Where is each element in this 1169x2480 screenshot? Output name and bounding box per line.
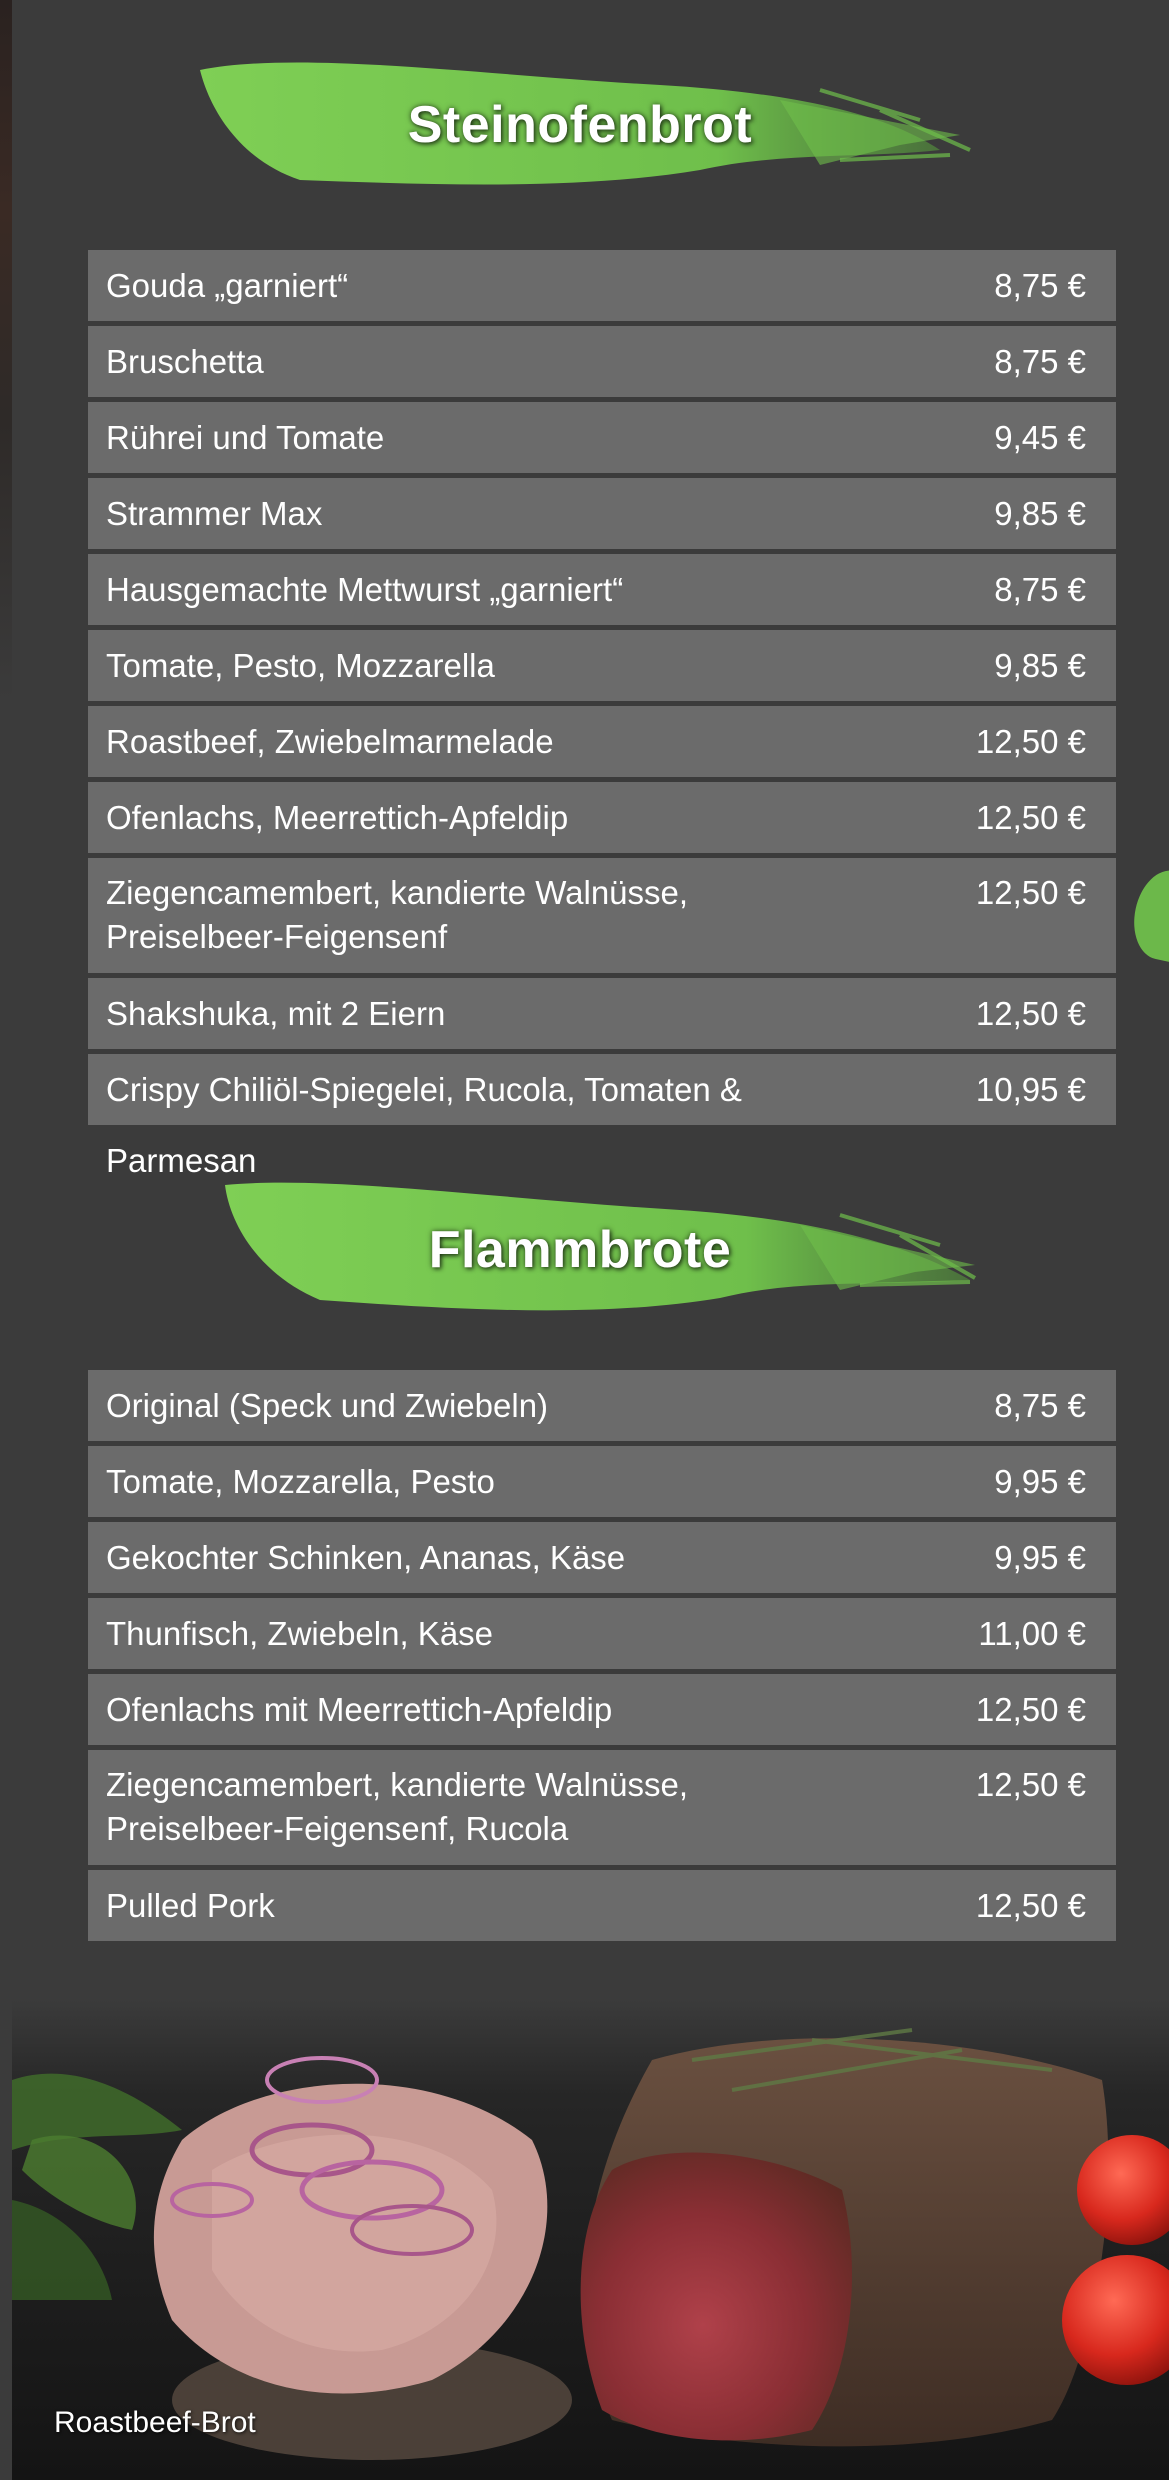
menu-item: Bruschetta 8,75 € <box>88 326 1116 397</box>
item-name-line1: Ziegencamembert, kandierte Walnüsse, <box>106 874 689 911</box>
menu-item: Thunfisch, Zwiebeln, Käse 11,00 € <box>88 1598 1116 1669</box>
menu-list-flammbrote: Original (Speck und Zwiebeln) 8,75 € Tom… <box>88 1370 1116 1946</box>
menu-item: Shakshuka, mit 2 Eiern 12,50 € <box>88 978 1116 1049</box>
menu-item: Rührei und Tomate 9,45 € <box>88 402 1116 473</box>
photo-caption: Roastbeef-Brot <box>54 2406 256 2439</box>
menu-item: Pulled Pork 12,50 € <box>88 1870 1116 1941</box>
item-price: 12,50 € <box>975 799 1086 836</box>
item-price: 9,85 € <box>994 495 1086 532</box>
item-name: Bruschetta <box>106 343 264 380</box>
menu-item: Strammer Max 9,85 € <box>88 478 1116 549</box>
item-name: Shakshuka, mit 2 Eiern <box>106 995 446 1032</box>
section-header-flammbrote: Flammbrote <box>180 1160 980 1330</box>
item-name: Ofenlachs, Meerrettich-Apfeldip <box>106 799 569 836</box>
item-name-line1: Ziegencamembert, kandierte Walnüsse, <box>106 1766 689 1803</box>
section-title: Flammbrote <box>428 1221 732 1279</box>
menu-item: Gekochter Schinken, Ananas, Käse 9,95 € <box>88 1522 1116 1593</box>
menu-item: Ziegencamembert, kandierte Walnüsse, Pre… <box>88 858 1116 973</box>
item-price: 9,95 € <box>994 1539 1086 1576</box>
item-price: 9,85 € <box>994 647 1086 684</box>
item-name: Gekochter Schinken, Ananas, Käse <box>106 1539 626 1576</box>
item-price: 10,95 € <box>975 1071 1086 1108</box>
item-price: 12,50 € <box>975 874 1086 911</box>
item-name: Gouda „garniert“ <box>106 267 349 304</box>
item-name-line2: Preiselbeer-Feigensenf <box>106 918 448 955</box>
item-name: Pulled Pork <box>106 1887 275 1924</box>
menu-item: Hausgemachte Mettwurst „garniert“ 8,75 € <box>88 554 1116 625</box>
item-price: 12,50 € <box>975 995 1086 1032</box>
menu-item: Original (Speck und Zwiebeln) 8,75 € <box>88 1370 1116 1441</box>
menu-item: Tomate, Pesto, Mozzarella 9,85 € <box>88 630 1116 701</box>
item-name: Roastbeef, Zwiebelmarmelade <box>106 723 554 760</box>
menu-item: Roastbeef, Zwiebelmarmelade 12,50 € <box>88 706 1116 777</box>
item-name: Thunfisch, Zwiebeln, Käse <box>106 1615 494 1652</box>
item-price: 12,50 € <box>975 1691 1086 1728</box>
section-title: Steinofenbrot <box>407 96 753 154</box>
item-name: Rührei und Tomate <box>106 419 385 456</box>
item-name: Tomate, Pesto, Mozzarella <box>106 647 495 684</box>
item-price: 11,00 € <box>978 1615 1086 1652</box>
item-price: 8,75 € <box>994 571 1086 608</box>
menu-page: Steinofenbrot Gouda „garniert“ 8,75 € Br… <box>0 0 1169 2480</box>
item-name: Hausgemachte Mettwurst „garniert“ <box>106 571 624 608</box>
item-price: 12,50 € <box>975 1766 1086 1803</box>
item-price: 9,95 € <box>994 1463 1086 1500</box>
menu-item: Tomate, Mozzarella, Pesto 9,95 € <box>88 1446 1116 1517</box>
item-name: Ofenlachs mit Meerrettich-Apfeldip <box>106 1691 613 1728</box>
green-brush-accent <box>1126 864 1169 966</box>
item-price: 12,50 € <box>975 1887 1086 1924</box>
menu-list-steinofenbrot: Gouda „garniert“ 8,75 € Bruschetta 8,75 … <box>88 250 1116 1179</box>
left-photo-edge <box>0 0 12 700</box>
menu-item: Ziegencamembert, kandierte Walnüsse, Pre… <box>88 1750 1116 1865</box>
item-price: 8,75 € <box>994 267 1086 304</box>
menu-item: Gouda „garniert“ 8,75 € <box>88 250 1116 321</box>
item-name-line2: Preiselbeer-Feigensenf, Rucola <box>106 1810 569 1847</box>
item-price: 8,75 € <box>994 1387 1086 1424</box>
item-price: 12,50 € <box>975 723 1086 760</box>
item-price: 9,45 € <box>994 419 1086 456</box>
menu-item: Crispy Chiliöl-Spiegelei, Rucola, Tomate… <box>88 1054 1116 1179</box>
item-name: Tomate, Mozzarella, Pesto <box>106 1463 495 1500</box>
item-name: Strammer Max <box>106 495 323 532</box>
menu-item: Ofenlachs mit Meerrettich-Apfeldip 12,50… <box>88 1674 1116 1745</box>
item-name: Original (Speck und Zwiebeln) <box>106 1387 549 1424</box>
menu-item: Ofenlachs, Meerrettich-Apfeldip 12,50 € <box>88 782 1116 853</box>
item-price: 8,75 € <box>994 343 1086 380</box>
section-header-steinofenbrot: Steinofenbrot <box>180 40 980 210</box>
